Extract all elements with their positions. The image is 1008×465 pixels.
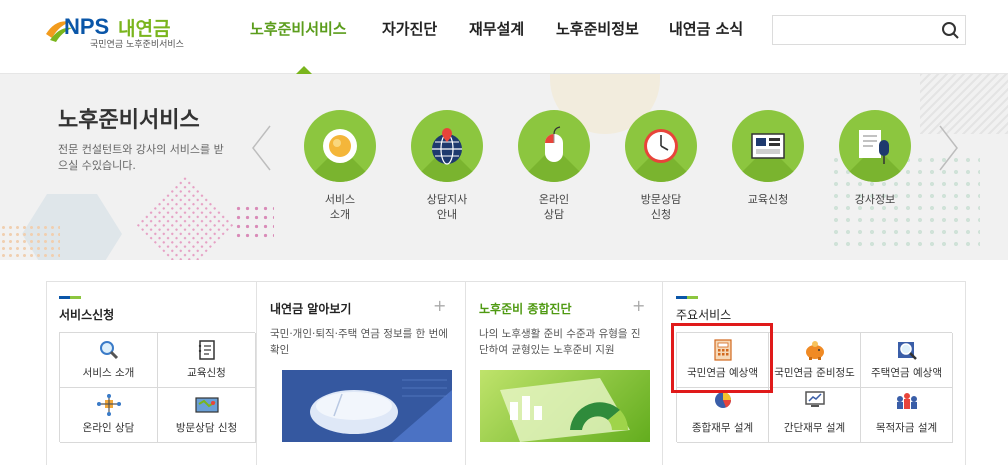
education-apply-item[interactable]: 교육신청: [723, 110, 813, 207]
national-pension-estimate-label: 국민연금 예상액: [687, 367, 758, 379]
service-intro-label: 서비스 소개: [324, 193, 356, 221]
panel-divider: [256, 282, 257, 465]
banner-title: 노후준비서비스: [58, 108, 200, 133]
purpose-fund-plan-button[interactable]: 목적자금 설계: [861, 388, 953, 443]
national-pension-estimate-button[interactable]: 국민연금 예상액: [677, 333, 769, 388]
nav-retirement-services[interactable]: 노후준비서비스: [250, 18, 347, 39]
national-pension-readiness-label: 국민연금 준비정도: [774, 367, 855, 379]
comprehensive-finance-plan-button[interactable]: 종합재무 설계: [677, 388, 769, 443]
panel-divider: [465, 282, 466, 465]
mouse-keyboard-illustration: [282, 370, 452, 442]
carousel-prev-arrow-icon[interactable]: [250, 124, 274, 172]
know-pension-more-button[interactable]: +: [433, 296, 446, 315]
service-intro-button[interactable]: 서비스 소개: [60, 333, 158, 388]
know-pension-image[interactable]: [282, 370, 452, 442]
services-banner: 노후준비서비스 전문 컨설턴트와 강사의 서비스를 받으실 수있습니다. 서비스…: [0, 74, 1008, 260]
visit-consult-button-label: 방문상담 신청: [175, 422, 238, 434]
branch-info-item[interactable]: 상담지사 안내: [402, 110, 492, 222]
search-icon[interactable]: [941, 21, 959, 39]
instructor-info-label: 강사정보: [854, 193, 896, 206]
housing-pension-estimate-label: 주택연금 예상액: [871, 367, 942, 379]
banner-description: 전문 컨설턴트와 강사의 서비스를 받으실 수있습니다.: [58, 143, 224, 172]
globe-pin-icon: [432, 128, 462, 165]
know-pension-title[interactable]: 내연금 알아보기: [270, 300, 351, 317]
branch-info-label: 상담지사 안내: [426, 193, 468, 221]
main-services-grid: 국민연금 예상액 국민연금 준비정도 주택연금 예상액 종합재무 설계 간단재무…: [676, 332, 953, 443]
simple-finance-plan-label: 간단재무 설계: [783, 422, 846, 434]
mouse-icon: [545, 126, 563, 162]
service-apply-grid: 서비스 소개 교육신청 온라인 상담 방문상담 신청: [59, 332, 256, 443]
online-consult-button[interactable]: 온라인 상담: [60, 388, 158, 443]
map-icon: [194, 397, 219, 413]
search-input[interactable]: [773, 16, 933, 44]
search-box: [772, 15, 966, 45]
simple-finance-plan-button[interactable]: 간단재무 설계: [769, 388, 861, 443]
nav-financial-planning[interactable]: 재무설계: [469, 18, 524, 39]
microphone-document-icon: [859, 130, 889, 164]
panel-divider: [662, 282, 663, 465]
piggy-bank-icon: [805, 341, 824, 360]
nav-pension-news[interactable]: 내연금 소식: [669, 18, 743, 39]
diagnosis-description: 나의 노후생활 준비 수준과 유형을 진단하여 균형있는 노후준비 지원: [479, 328, 641, 356]
visit-consult-button[interactable]: 방문상담 신청: [158, 388, 256, 443]
know-pension-description: 국민·개인·퇴직·주택 연금 정보를 한 번에 확인: [270, 328, 448, 356]
nav-retirement-info[interactable]: 노후준비정보: [556, 18, 639, 39]
notebook-icon: [198, 340, 215, 360]
house-search-icon: [897, 342, 917, 360]
national-pension-readiness-button[interactable]: 국민연금 준비정도: [769, 333, 861, 388]
magnifier-icon: [99, 341, 118, 360]
diagnosis-image[interactable]: [480, 370, 650, 442]
diagnosis-chart-illustration: [500, 378, 630, 442]
online-consult-label: 온라인 상담: [538, 193, 570, 221]
diagnosis-title[interactable]: 노후준비 종합진단: [479, 300, 572, 317]
housing-pension-estimate-button[interactable]: 주택연금 예상액: [861, 333, 953, 388]
online-consult-button-label: 온라인 상담: [82, 422, 135, 434]
instructor-info-item[interactable]: 강사정보: [830, 110, 920, 207]
quick-panels: 서비스신청 서비스 소개 교육신청 온라인 상담 방문상담 신청 내연금 알아보…: [46, 281, 966, 465]
calculator-icon: [713, 339, 732, 361]
panel-accent-bar: [59, 296, 81, 299]
decor-orange-dots: [0, 224, 60, 260]
decor-stripes: [920, 74, 1008, 134]
monitor-chart-icon: [804, 391, 825, 407]
network-icon: [96, 394, 121, 416]
purpose-fund-plan-label: 목적자금 설계: [875, 422, 938, 434]
people-goal-icon: [896, 393, 917, 409]
visit-consult-item[interactable]: 방문상담 신청: [616, 110, 706, 222]
main-services-title: 주요서비스: [676, 308, 732, 322]
visit-consult-label: 방문상담 신청: [640, 193, 682, 221]
pie-chart-icon: [714, 392, 731, 408]
comprehensive-finance-plan-label: 종합재무 설계: [691, 422, 754, 434]
education-apply-button-label: 교육신청: [187, 367, 226, 379]
service-intro-button-label: 서비스 소개: [82, 367, 135, 379]
education-apply-label: 교육신청: [747, 193, 789, 206]
decor-diamond-dots: [135, 174, 235, 260]
decor-pink-dots: [234, 204, 274, 240]
site-logo[interactable]: NPS 내연금 국민연금 노후준비서비스: [44, 10, 204, 54]
service-intro-item[interactable]: 서비스 소개: [295, 110, 385, 222]
active-nav-indicator: [296, 66, 312, 74]
education-apply-button[interactable]: 교육신청: [158, 333, 256, 388]
calendar-board-icon: [751, 133, 785, 159]
diagnosis-more-button[interactable]: +: [632, 296, 645, 315]
service-apply-title: 서비스신청: [59, 308, 115, 322]
online-consult-item[interactable]: 온라인 상담: [509, 110, 599, 222]
logo-subtitle: 국민연금 노후준비서비스: [90, 40, 184, 50]
site-header: NPS 내연금 국민연금 노후준비서비스 노후준비서비스 자가진단 재무설계 노…: [0, 0, 1008, 74]
clock-icon: [644, 129, 678, 163]
coffee-cup-icon: [323, 129, 357, 163]
nav-self-diagnosis[interactable]: 자가진단: [382, 18, 437, 39]
carousel-next-arrow-icon[interactable]: [936, 124, 960, 172]
panel-accent-bar: [676, 296, 698, 299]
